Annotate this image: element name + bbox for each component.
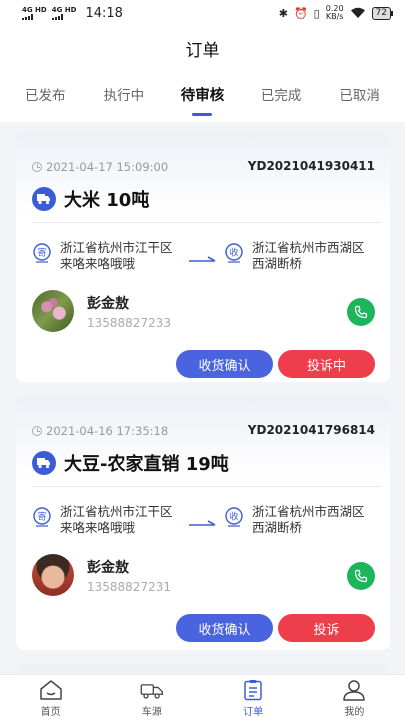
arrow-right-icon bbox=[189, 520, 216, 526]
clock-icon bbox=[32, 162, 42, 172]
ship-from-icon: 寄 bbox=[33, 243, 51, 263]
call-button[interactable] bbox=[347, 298, 375, 326]
contact-phone: 13588827233 bbox=[87, 316, 171, 330]
tabbar-label-home: 首页 bbox=[40, 707, 61, 718]
phone-icon bbox=[354, 569, 368, 583]
contact-phone: 13588827231 bbox=[87, 580, 171, 594]
tab-in-progress[interactable]: 执行中 bbox=[91, 84, 157, 105]
order-actions: 收货确认 投诉 bbox=[176, 614, 375, 642]
goods-title: 大米 10吨 bbox=[32, 186, 149, 212]
tabbar-item-me[interactable]: 我的 bbox=[304, 675, 405, 720]
vibrate-icon: ▯ bbox=[313, 6, 320, 20]
contact-name: 彭金敖 bbox=[87, 560, 129, 576]
goods-name: 大米 10吨 bbox=[64, 190, 150, 211]
truck-icon bbox=[32, 451, 56, 475]
order-date: 2021-04-17 15:09:00 bbox=[32, 160, 168, 174]
page-title: 订单 bbox=[185, 41, 220, 61]
signal-icon-2: 4G HD bbox=[51, 5, 77, 20]
tabbar-item-home[interactable]: 首页 bbox=[0, 675, 101, 720]
arrow-right-icon bbox=[189, 256, 216, 262]
goods-title: 大豆-农家直销 19吨 bbox=[32, 450, 229, 476]
receive-icon: 收 bbox=[225, 243, 243, 263]
destination-line-2: 西湖断桥 bbox=[252, 256, 303, 271]
order-date: 2021-04-16 17:35:18 bbox=[32, 424, 168, 438]
order-card[interactable] bbox=[16, 664, 390, 674]
speed-unit: KB/s bbox=[325, 12, 344, 21]
contact: 彭金敖 13588827231 bbox=[32, 554, 375, 598]
order-date-text: 2021-04-17 15:09:00 bbox=[46, 160, 169, 174]
signal-icon: 4G HD bbox=[22, 5, 47, 20]
tab-cancelled[interactable]: 已取消 bbox=[327, 84, 393, 105]
confirm-receipt-button[interactable]: 收货确认 bbox=[176, 350, 273, 378]
order-number: YD2021041930411 bbox=[247, 159, 375, 173]
destination-line-1: 浙江省杭州市西湖区 bbox=[252, 504, 365, 519]
order-card[interactable]: 2021-04-16 17:35:18 YD2021041796814 大豆-农… bbox=[16, 396, 390, 650]
phone-icon bbox=[354, 305, 368, 319]
goods-name: 大豆-农家直销 19吨 bbox=[64, 454, 229, 475]
bottom-tab-bar: 首页 车源 订单 我的 bbox=[0, 674, 405, 720]
destination-address: 收 浙江省杭州市西湖区 西湖断桥 bbox=[224, 504, 365, 536]
origin-line-1: 浙江省杭州市江干区 bbox=[60, 504, 173, 519]
network-label-1: 4G HD bbox=[22, 5, 47, 14]
network-label-2: 4G HD bbox=[51, 5, 77, 14]
origin-line-2: 来咯来咯哦哦 bbox=[60, 520, 136, 535]
alarm-icon: ⏰ bbox=[293, 6, 308, 20]
tabbar-item-vehicles[interactable]: 车源 bbox=[101, 675, 202, 720]
tabbar-label-me: 我的 bbox=[344, 707, 365, 718]
contact-name: 彭金敖 bbox=[87, 296, 129, 312]
order-actions: 收货确认 投诉中 bbox=[176, 350, 375, 378]
svg-text:收: 收 bbox=[229, 511, 238, 523]
svg-text:寄: 寄 bbox=[37, 511, 46, 523]
call-button[interactable] bbox=[347, 562, 375, 590]
header: 订单 已发布 执行中 待审核 已完成 已取消 bbox=[0, 26, 405, 122]
complaint-button[interactable]: 投诉 bbox=[278, 614, 375, 642]
route: 寄 浙江省杭州市江干区 来咯来咯哦哦 收 浙江省杭州市西湖区 西湖断桥 bbox=[32, 240, 382, 280]
route: 寄 浙江省杭州市江干区 来咯来咯哦哦 收 浙江省杭州市西湖区 西湖断桥 bbox=[32, 504, 382, 544]
avatar bbox=[32, 554, 74, 596]
destination-line-1: 浙江省杭州市西湖区 bbox=[252, 240, 365, 255]
order-list[interactable]: 2021-04-17 15:09:00 YD2021041930411 大米 1… bbox=[0, 122, 405, 674]
ship-from-icon: 寄 bbox=[33, 507, 51, 527]
complaint-button[interactable]: 投诉中 bbox=[278, 350, 375, 378]
confirm-receipt-button[interactable]: 收货确认 bbox=[176, 614, 273, 642]
order-card[interactable]: 2021-04-17 15:09:00 YD2021041930411 大米 1… bbox=[16, 132, 390, 382]
origin-line-2: 来咯来咯哦哦 bbox=[60, 256, 136, 271]
home-icon bbox=[39, 680, 62, 700]
avatar bbox=[32, 290, 74, 332]
clock-time: 14:18 bbox=[85, 5, 123, 21]
tab-pending-review[interactable]: 待审核 bbox=[169, 84, 235, 116]
tab-completed[interactable]: 已完成 bbox=[248, 84, 314, 105]
user-icon bbox=[343, 680, 366, 701]
wifi-icon bbox=[350, 7, 365, 18]
svg-text:收: 收 bbox=[229, 247, 238, 259]
origin-address: 寄 浙江省杭州市江干区 来咯来咯哦哦 bbox=[32, 504, 173, 536]
order-status-tabs: 已发布 执行中 待审核 已完成 已取消 bbox=[0, 84, 405, 116]
destination-line-2: 西湖断桥 bbox=[252, 520, 303, 535]
origin-line-1: 浙江省杭州市江干区 bbox=[60, 240, 173, 255]
battery-icon: 72 bbox=[371, 6, 394, 20]
bluetooth-icon: ✱ bbox=[278, 6, 288, 20]
order-number: YD2021041796814 bbox=[247, 423, 375, 437]
clock-icon bbox=[32, 426, 42, 436]
status-bar: 4G HD 4G HD 14:18 ✱ ⏰ ▯ 0.20 KB/s 72 bbox=[0, 0, 405, 26]
truck-icon bbox=[32, 187, 56, 211]
tabbar-item-orders[interactable]: 订单 bbox=[203, 675, 304, 720]
battery-level: 72 bbox=[375, 7, 387, 18]
tabbar-label-orders: 订单 bbox=[243, 707, 264, 718]
tabbar-label-vehicles: 车源 bbox=[141, 707, 162, 718]
clipboard-icon bbox=[244, 680, 262, 701]
order-date-text: 2021-04-16 17:35:18 bbox=[46, 424, 169, 438]
svg-text:寄: 寄 bbox=[37, 247, 46, 259]
origin-address: 寄 浙江省杭州市江干区 来咯来咯哦哦 bbox=[32, 240, 173, 272]
receive-icon: 收 bbox=[225, 507, 243, 527]
tab-published[interactable]: 已发布 bbox=[12, 84, 78, 105]
divider bbox=[32, 486, 382, 487]
contact: 彭金敖 13588827233 bbox=[32, 290, 375, 334]
truck-icon bbox=[140, 684, 163, 699]
network-speed: 0.20 KB/s bbox=[326, 5, 344, 21]
destination-address: 收 浙江省杭州市西湖区 西湖断桥 bbox=[224, 240, 365, 272]
divider bbox=[32, 222, 382, 223]
